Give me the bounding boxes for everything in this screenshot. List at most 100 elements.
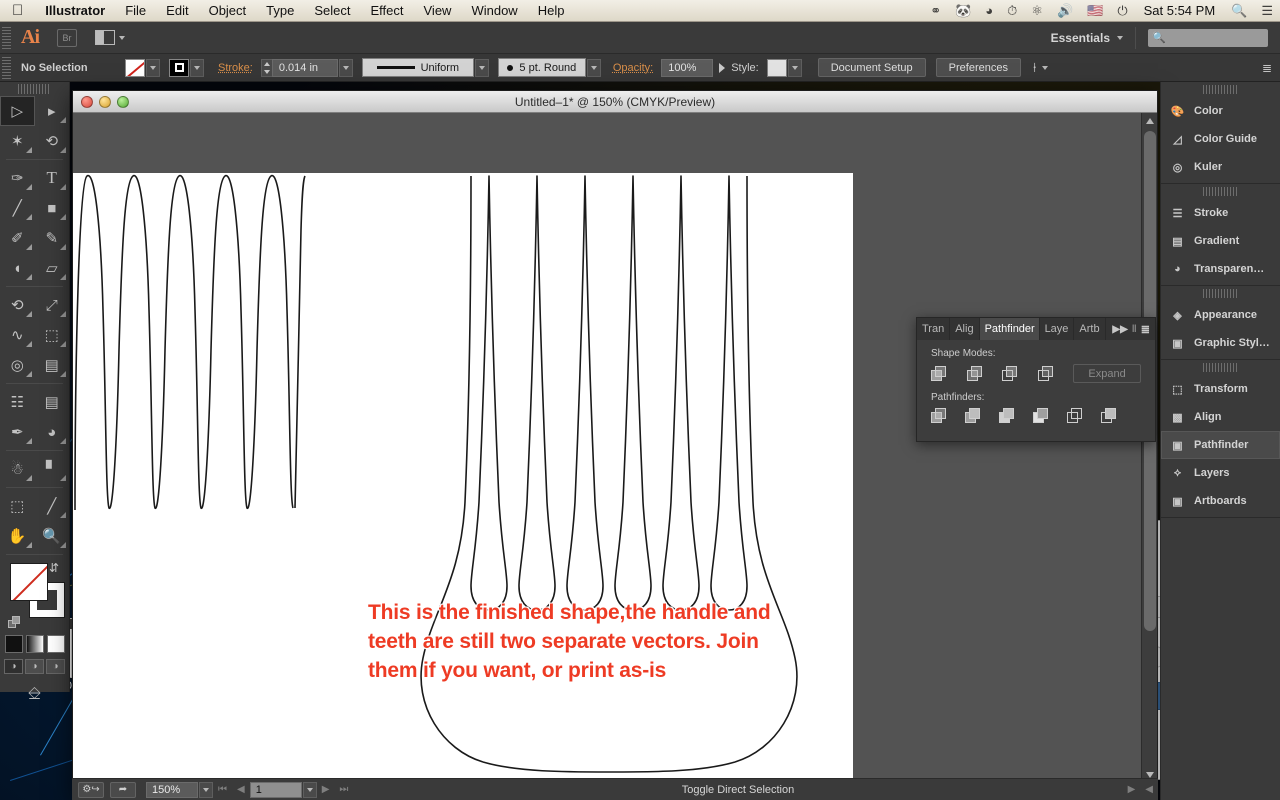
type-tool[interactable]: T: [35, 163, 70, 193]
perspective-grid-tool[interactable]: ▤: [35, 350, 70, 380]
draw-inside-button[interactable]: ◑: [46, 659, 65, 674]
pencil-tool[interactable]: ✎: [35, 223, 70, 253]
transform-chevron-icon[interactable]: [1042, 66, 1048, 70]
eyedropper-tool[interactable]: ✒: [0, 417, 35, 447]
previous-artboard-button[interactable]: ◀: [237, 784, 245, 795]
tab-transform[interactable]: Tran: [917, 318, 950, 340]
tools-panel-grip[interactable]: [18, 84, 51, 94]
color-mode-button[interactable]: [5, 635, 23, 653]
menu-item-effect[interactable]: Effect: [360, 3, 413, 18]
dock-item-transform[interactable]: ⬚ Transform: [1161, 375, 1280, 403]
status-collapse-icon[interactable]: ◀: [1145, 784, 1153, 795]
zoom-level-field[interactable]: 150%: [146, 782, 198, 798]
dock-item-transparency[interactable]: ◕ Transparen…: [1161, 255, 1280, 283]
dock-group-1-grip[interactable]: [1203, 85, 1238, 94]
first-artboard-button[interactable]: ⏮: [218, 784, 227, 795]
controlbar-grip[interactable]: [2, 57, 11, 79]
battery-icon[interactable]: ⏻: [1110, 3, 1134, 19]
variable-width-profile[interactable]: Uniform: [362, 58, 474, 77]
artboard-number-field[interactable]: 1: [250, 782, 302, 798]
help-search-input[interactable]: 🔍: [1148, 29, 1268, 47]
free-transform-tool[interactable]: ⬚: [35, 320, 70, 350]
divide-icon[interactable]: [931, 408, 947, 424]
scroll-up-icon[interactable]: [1146, 118, 1154, 124]
arrange-documents-button[interactable]: [95, 30, 125, 45]
dock-item-artboards[interactable]: ▣ Artboards: [1161, 487, 1280, 515]
menu-item-window[interactable]: Window: [461, 3, 527, 18]
intersect-icon[interactable]: [1002, 366, 1016, 382]
blob-brush-tool[interactable]: ◖: [0, 253, 35, 283]
search-icon[interactable]: 🔍: [1224, 3, 1254, 19]
menu-item-view[interactable]: View: [414, 3, 462, 18]
bridge-button[interactable]: Br: [57, 29, 77, 47]
dock-item-appearance[interactable]: ◈ Appearance: [1161, 301, 1280, 329]
rectangle-tool[interactable]: ■: [35, 193, 70, 223]
status-flyout-icon[interactable]: ▶: [1128, 784, 1136, 795]
dock-group-3-grip[interactable]: [1203, 289, 1238, 298]
dock-group-2-grip[interactable]: [1203, 187, 1238, 196]
fill-color-swatch[interactable]: [125, 59, 145, 77]
width-tool[interactable]: ∿: [0, 320, 35, 350]
panel-menu-icon[interactable]: ≣: [1141, 323, 1150, 336]
crop-icon[interactable]: [1033, 408, 1049, 424]
zoom-level-dropdown[interactable]: [199, 782, 213, 798]
gear-arrow-icon[interactable]: ⚙↪: [78, 782, 104, 798]
mesh-tool[interactable]: ☷: [0, 387, 35, 417]
fill-swatch-dropdown[interactable]: [146, 59, 160, 77]
next-artboard-button[interactable]: ▶: [322, 784, 330, 795]
dock-item-layers[interactable]: ⟡ Layers: [1161, 459, 1280, 487]
share-icon[interactable]: ➦: [110, 782, 136, 798]
dock-item-color-guide[interactable]: ◿ Color Guide: [1161, 125, 1280, 153]
artboard-number-dropdown[interactable]: [303, 782, 317, 798]
opacity-label[interactable]: Opacity:: [613, 62, 653, 74]
control-panel-menu-icon[interactable]: ≣: [1262, 61, 1272, 75]
transform-each-icon[interactable]: ⍿: [1033, 60, 1036, 76]
line-segment-tool[interactable]: ╱: [0, 193, 35, 223]
bluetooth-icon[interactable]: ⚛: [1024, 3, 1050, 19]
dock-item-color[interactable]: 🎨 Color: [1161, 97, 1280, 125]
tab-align[interactable]: Alig: [950, 318, 979, 340]
artboard[interactable]: This is the finished shape,the handle an…: [73, 173, 853, 783]
timemachine-icon[interactable]: ⏱: [1000, 3, 1024, 19]
eraser-tool[interactable]: ▱: [35, 253, 70, 283]
preferences-button[interactable]: Preferences: [936, 58, 1021, 77]
selection-tool[interactable]: ▷: [0, 96, 35, 126]
dock-item-kuler[interactable]: ◎ Kuler: [1161, 153, 1280, 181]
merge-icon[interactable]: [999, 408, 1015, 424]
variable-width-dropdown[interactable]: [475, 59, 489, 77]
direct-selection-tool[interactable]: ▸: [35, 96, 70, 126]
slice-tool[interactable]: ╱: [35, 491, 70, 521]
wifi-icon[interactable]: ◕: [978, 3, 1000, 18]
notification-center-icon[interactable]: ☰: [1254, 3, 1280, 19]
elephant-icon[interactable]: 🐼: [948, 3, 978, 19]
dock-item-align[interactable]: ▩ Align: [1161, 403, 1280, 431]
evernote-icon[interactable]: ⚭: [923, 3, 948, 19]
dock-group-4-grip[interactable]: [1203, 363, 1238, 372]
trim-icon[interactable]: [965, 408, 981, 424]
tab-artboards[interactable]: Artb: [1074, 318, 1105, 340]
shape-builder-tool[interactable]: ◎: [0, 350, 35, 380]
draw-normal-button[interactable]: ◑: [4, 659, 23, 674]
column-graph-tool[interactable]: ▘: [35, 454, 70, 484]
stroke-color-swatch[interactable]: [169, 59, 189, 77]
magic-wand-tool[interactable]: ✶: [0, 126, 35, 156]
default-fill-stroke-icon[interactable]: [8, 616, 21, 629]
canvas-area[interactable]: This is the finished shape,the handle an…: [73, 113, 1141, 783]
hand-tool[interactable]: ✋: [0, 521, 35, 551]
gradient-mode-button[interactable]: [26, 635, 44, 653]
zoom-tool[interactable]: 🔍: [35, 521, 70, 551]
swap-fill-stroke-icon[interactable]: ⇵: [49, 561, 59, 575]
opacity-value[interactable]: 100%: [661, 59, 713, 77]
graphic-style-dropdown[interactable]: [788, 59, 802, 77]
paintbrush-tool[interactable]: ✐: [0, 223, 35, 253]
brush-definition[interactable]: 5 pt. Round: [498, 58, 586, 77]
scale-tool[interactable]: ⤢: [35, 290, 70, 320]
menu-item-select[interactable]: Select: [304, 3, 360, 18]
document-title-bar[interactable]: Untitled–1* @ 150% (CMYK/Preview): [73, 91, 1157, 113]
unite-icon[interactable]: [931, 366, 945, 382]
minus-front-icon[interactable]: [967, 366, 981, 382]
apple-logo-icon[interactable]: : [12, 2, 23, 19]
stroke-weight-value[interactable]: 0.014 in: [272, 59, 338, 77]
document-setup-button[interactable]: Document Setup: [818, 58, 926, 77]
screen-mode-button[interactable]: ⎒: [0, 684, 69, 704]
